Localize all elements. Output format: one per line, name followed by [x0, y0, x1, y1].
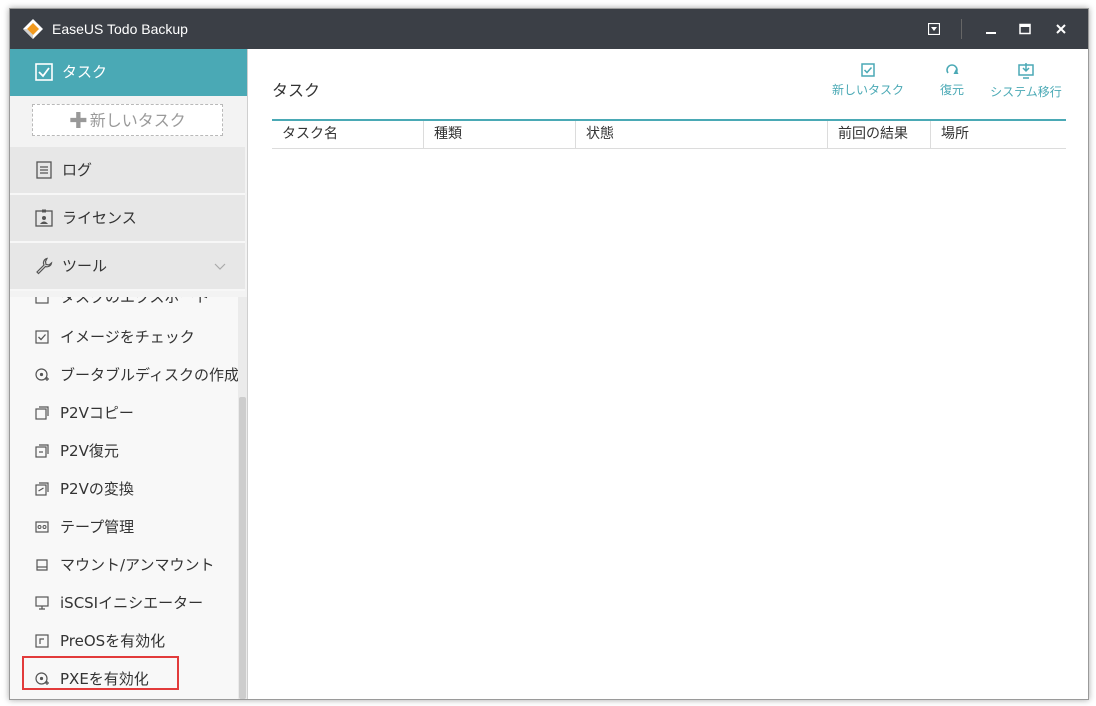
sidebar-item-label: ツール	[62, 257, 108, 275]
menu-button[interactable]	[917, 9, 951, 49]
new-task-action-button[interactable]: 新しいタスク	[830, 63, 906, 98]
tool-label: P2Vコピー	[60, 404, 134, 422]
sidebar-item-label: ログ	[62, 161, 93, 179]
wrench-icon	[36, 257, 53, 275]
menu-dropdown-icon	[928, 23, 940, 35]
tool-label: タスクのエクスポート	[60, 297, 210, 306]
checkbox-icon	[35, 63, 53, 81]
check-image-icon	[35, 330, 49, 344]
plus-icon: ✚	[69, 109, 88, 134]
main-panel: タスク 新しいタスク 復元 システム移行 タスク名 種類 状態 前回の結果 場所	[248, 49, 1088, 699]
tool-label: ブータブルディスクの作成	[60, 366, 238, 384]
tool-item-tape-management[interactable]: テープ管理	[10, 509, 238, 545]
column-header-status[interactable]: 状態	[576, 121, 828, 148]
license-icon	[35, 209, 53, 227]
restore-action-button[interactable]: 復元	[930, 63, 974, 98]
easeus-logo-icon	[23, 19, 43, 39]
column-header-task-name[interactable]: タスク名	[272, 121, 424, 148]
system-migration-icon	[1018, 63, 1034, 79]
p2v-copy-icon	[35, 406, 49, 420]
app-window: EaseUS Todo Backup タスク ✚ 新しいタスク ログ ライセンス…	[9, 8, 1089, 700]
tools-list: タスクのエクスポート イメージをチェック ブータブルディスクの作成 P2Vコピー…	[10, 297, 238, 699]
new-task-label: 新しいタスク	[89, 111, 186, 130]
column-header-location[interactable]: 場所	[931, 121, 1066, 148]
tool-label: PXEを有効化	[60, 670, 149, 688]
log-icon	[36, 161, 52, 179]
maximize-button[interactable]	[1008, 9, 1042, 49]
tool-item-p2v-copy[interactable]: P2Vコピー	[10, 395, 238, 431]
close-icon	[1056, 24, 1066, 34]
column-header-last-result[interactable]: 前回の結果	[828, 121, 931, 148]
title-bar[interactable]: EaseUS Todo Backup	[10, 9, 1088, 49]
tool-item-bootable-disk[interactable]: ブータブルディスクの作成	[10, 357, 238, 393]
tool-label: テープ管理	[60, 518, 135, 536]
tool-item-enable-pxe[interactable]: PXEを有効化	[10, 661, 238, 697]
drive-icon	[36, 559, 48, 571]
tool-label: iSCSIイニシエーター	[60, 594, 204, 612]
export-icon	[35, 297, 49, 304]
tool-label: P2V復元	[60, 442, 119, 460]
sidebar-item-label: タスク	[62, 63, 108, 81]
tool-label: PreOSを有効化	[60, 632, 166, 650]
sidebar: タスク ✚ 新しいタスク ログ ライセンス ツール タスクのエクスポート イメー…	[10, 49, 248, 699]
sidebar-item-license[interactable]: ライセンス	[10, 195, 245, 243]
tool-label: マウント/アンマウント	[60, 556, 215, 574]
scrollbar-thumb[interactable]	[239, 397, 246, 699]
tool-item-iscsi-initiator[interactable]: iSCSIイニシエーター	[10, 585, 238, 621]
tool-item-check-image[interactable]: イメージをチェック	[10, 319, 238, 355]
column-header-type[interactable]: 種類	[424, 121, 576, 148]
new-task-action-label: 新しいタスク	[831, 83, 904, 97]
app-title: EaseUS Todo Backup	[52, 21, 188, 37]
system-migration-label: システム移行	[990, 85, 1062, 99]
disc-plus-icon	[35, 368, 49, 381]
sidebar-item-log[interactable]: ログ	[10, 147, 245, 195]
p2v-convert-icon	[35, 482, 49, 496]
p2v-restore-icon	[35, 444, 49, 458]
restore-icon	[946, 64, 959, 74]
sidebar-item-task[interactable]: タスク	[10, 49, 247, 96]
tool-item-p2v-convert[interactable]: P2Vの変換	[10, 471, 238, 507]
tool-label: P2Vの変換	[60, 480, 134, 498]
new-task-icon	[861, 63, 875, 77]
restore-action-label: 復元	[939, 83, 964, 97]
minimize-button[interactable]	[974, 9, 1008, 49]
tape-icon	[35, 521, 49, 533]
tool-item-p2v-restore[interactable]: P2V復元	[10, 433, 238, 469]
close-button[interactable]	[1044, 9, 1078, 49]
sidebar-item-label: ライセンス	[62, 209, 137, 227]
chevron-down-icon	[214, 263, 226, 270]
maximize-icon	[1019, 23, 1031, 35]
tool-item-export-task[interactable]: タスクのエクスポート	[10, 297, 238, 315]
monitor-icon	[35, 596, 49, 610]
title-separator	[961, 19, 962, 39]
sidebar-item-tools[interactable]: ツール	[10, 243, 245, 291]
task-table-header: タスク名 種類 状態 前回の結果 場所	[272, 119, 1066, 149]
pxe-disc-icon	[35, 672, 49, 685]
minimize-icon	[986, 32, 996, 34]
tool-item-enable-preos[interactable]: PreOSを有効化	[10, 623, 238, 659]
preos-icon	[35, 634, 49, 648]
system-migration-button[interactable]: システム移行	[984, 63, 1068, 100]
page-title: タスク	[272, 81, 321, 100]
tools-scrollbar[interactable]	[238, 297, 247, 699]
tool-label: イメージをチェック	[60, 328, 195, 346]
tool-item-mount-unmount[interactable]: マウント/アンマウント	[10, 547, 238, 583]
new-task-button[interactable]: ✚ 新しいタスク	[32, 104, 223, 136]
